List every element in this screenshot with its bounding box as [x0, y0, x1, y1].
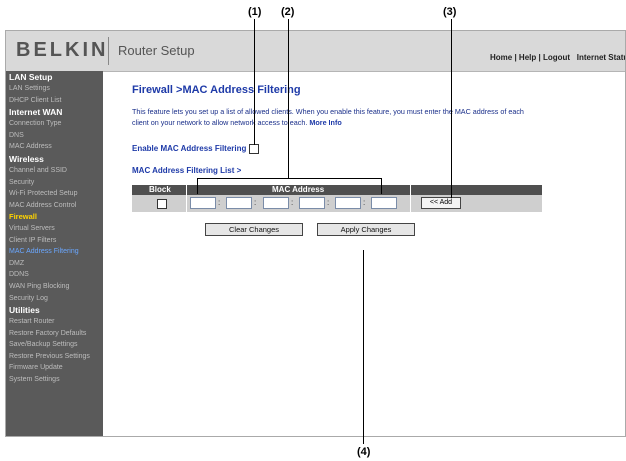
add-button[interactable]: << Add: [421, 197, 461, 209]
sidebar-item-ddns[interactable]: DDNS: [6, 269, 103, 281]
home-link[interactable]: Home: [490, 53, 512, 62]
sidebar-item-dhcp-client-list[interactable]: DHCP Client List: [6, 95, 103, 107]
sidebar-heading-lan-setup: LAN Setup: [9, 72, 53, 82]
apply-changes-button[interactable]: Apply Changes: [317, 223, 415, 236]
logo-divider: [108, 37, 109, 65]
main-content: Firewall >MAC Address Filtering This fea…: [103, 71, 625, 436]
mac-octet-2-input[interactable]: [226, 197, 252, 209]
clear-changes-button[interactable]: Clear Changes: [205, 223, 303, 236]
belkin-logo: BELKIN: [16, 39, 109, 61]
callout-3-line: [451, 19, 452, 198]
table-row: : : : : : << Add: [132, 195, 542, 212]
sidebar-item-system-settings[interactable]: System Settings: [6, 374, 103, 386]
sidebar-item-lan-settings[interactable]: LAN Settings: [6, 83, 103, 95]
sidebar-heading-utilities: Utilities: [9, 305, 40, 316]
link-separator: |: [512, 53, 519, 62]
page-title: Firewall >MAC Address Filtering: [132, 84, 301, 96]
callout-2-stem: [288, 19, 289, 178]
mac-octet-3-input[interactable]: [263, 197, 289, 209]
filter-list-header: MAC Address Filtering List >: [132, 166, 242, 175]
sidebar-item-wan-ping-blocking[interactable]: WAN Ping Blocking: [6, 281, 103, 293]
colon-separator: :: [363, 198, 366, 207]
callout-2-bracket: [197, 178, 382, 179]
sidebar-item-restore-previous[interactable]: Restore Previous Settings: [6, 351, 103, 363]
app-title: Router Setup: [118, 43, 195, 58]
colon-separator: :: [218, 198, 221, 207]
sidebar-item-restore-factory-defaults[interactable]: Restore Factory Defaults: [6, 328, 103, 340]
sidebar-item-security[interactable]: Security: [6, 177, 103, 189]
sidebar-item-client-ip-filters[interactable]: Client IP Filters: [6, 235, 103, 247]
router-window: BELKIN Router Setup Home | Help | Logout…: [5, 30, 626, 437]
mac-octet-4-input[interactable]: [299, 197, 325, 209]
enable-row: Enable MAC Address Filtering: [132, 144, 259, 154]
mac-octet-6-input[interactable]: [371, 197, 397, 209]
column-divider: [410, 185, 411, 212]
callout-4: (4): [357, 446, 371, 458]
more-info-link[interactable]: More Info: [309, 118, 341, 127]
sidebar-item-save-backup[interactable]: Save/Backup Settings: [6, 339, 103, 351]
callout-4-line: [363, 250, 364, 444]
sidebar-heading-wireless: Wireless: [9, 153, 44, 164]
page-description: This feature lets you set up a list of a…: [132, 107, 532, 128]
sidebar-heading-firewall[interactable]: Firewall: [6, 211, 103, 223]
sidebar-item-firmware-update[interactable]: Firmware Update: [6, 362, 103, 374]
sidebar-item-mac-address[interactable]: MAC Address: [6, 141, 103, 153]
callout-1: (1): [248, 6, 262, 18]
colon-separator: :: [327, 198, 330, 207]
enable-label: Enable MAC Address Filtering: [132, 144, 247, 153]
help-link[interactable]: Help: [519, 53, 536, 62]
sidebar-item-dmz[interactable]: DMZ: [6, 258, 103, 270]
callout-3: (3): [443, 6, 457, 18]
sidebar-item-virtual-servers[interactable]: Virtual Servers: [6, 223, 103, 235]
callout-1-line: [254, 19, 255, 145]
callout-2: (2): [281, 6, 295, 18]
header-bar: BELKIN Router Setup Home | Help | Logout…: [6, 31, 625, 72]
block-checkbox[interactable]: [157, 199, 167, 209]
enable-mac-filter-checkbox[interactable]: [249, 144, 259, 154]
sidebar-item-connection-type[interactable]: Connection Type: [6, 118, 103, 130]
sidebar-item-restart-router[interactable]: Restart Router: [6, 316, 103, 328]
column-mac-address: MAC Address: [272, 185, 325, 194]
mac-octet-5-input[interactable]: [335, 197, 361, 209]
top-links: Home | Help | Logout Internet Status: [490, 53, 625, 62]
link-separator: |: [536, 53, 543, 62]
sidebar-heading-internet-wan: Internet WAN: [9, 107, 63, 118]
sidebar-item-channel-ssid[interactable]: Channel and SSID: [6, 165, 103, 177]
column-block: Block: [149, 185, 171, 194]
sidebar-item-security-log[interactable]: Security Log: [6, 293, 103, 305]
sidebar-item-wps[interactable]: Wi-Fi Protected Setup: [6, 188, 103, 200]
callout-2-right-tick: [381, 178, 382, 194]
sidebar: LAN Setup LAN Settings DHCP Client List …: [6, 71, 103, 436]
colon-separator: :: [291, 198, 294, 207]
callout-2-left-tick: [197, 178, 198, 194]
logout-link[interactable]: Logout: [543, 53, 570, 62]
colon-separator: :: [254, 198, 257, 207]
sidebar-item-mac-address-filtering[interactable]: MAC Address Filtering: [6, 246, 103, 258]
column-divider: [186, 185, 187, 212]
sidebar-item-mac-address-control[interactable]: MAC Address Control: [6, 200, 103, 212]
internet-status-link[interactable]: Internet Status: [577, 53, 625, 62]
sidebar-item-dns[interactable]: DNS: [6, 130, 103, 142]
table-header: Block MAC Address: [132, 185, 542, 195]
mac-octet-1-input[interactable]: [190, 197, 216, 209]
